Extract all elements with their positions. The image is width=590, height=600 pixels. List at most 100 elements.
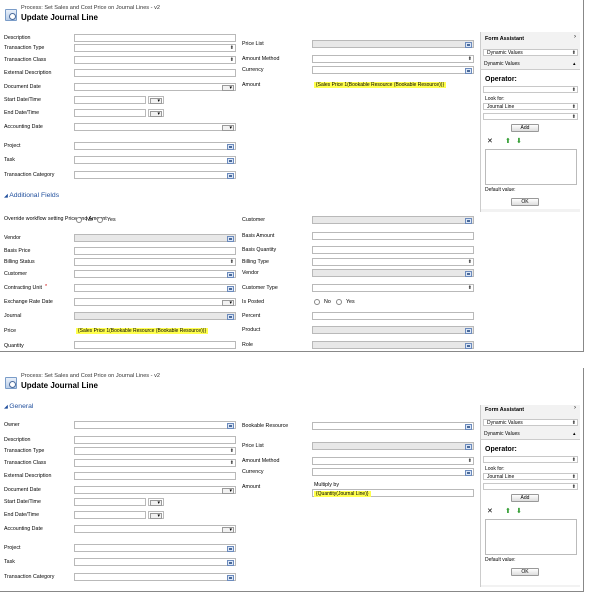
is-posted-no-radio[interactable] bbox=[314, 299, 320, 305]
owner-lookup[interactable] bbox=[74, 421, 236, 429]
quantity-field[interactable] bbox=[74, 341, 236, 349]
lookup-icon[interactable] bbox=[227, 422, 234, 429]
accounting-date-field[interactable] bbox=[74, 525, 236, 533]
dynamic-values-select[interactable]: Dynamic Values ⬍ bbox=[483, 49, 578, 56]
document-date-field[interactable] bbox=[74, 486, 236, 494]
lookup-icon[interactable] bbox=[465, 41, 472, 48]
project-lookup[interactable] bbox=[74, 142, 236, 150]
calendar-icon[interactable] bbox=[150, 512, 162, 519]
vendor-right-lookup[interactable] bbox=[312, 269, 474, 277]
project-lookup[interactable] bbox=[74, 544, 236, 552]
bookable-resource-lookup[interactable] bbox=[312, 422, 474, 430]
ok-button[interactable]: OK bbox=[511, 568, 539, 576]
add-button[interactable]: Add bbox=[511, 494, 539, 502]
ok-button[interactable]: OK bbox=[511, 198, 539, 206]
calendar-icon[interactable] bbox=[222, 487, 234, 494]
transaction-type-select[interactable]: ⬍ bbox=[74, 44, 236, 52]
price-list-lookup[interactable] bbox=[312, 442, 474, 450]
is-posted-yes-radio[interactable] bbox=[336, 299, 342, 305]
price-list-lookup[interactable] bbox=[312, 40, 474, 48]
move-down-icon[interactable]: ⬇ bbox=[516, 508, 522, 515]
percent-field[interactable] bbox=[312, 312, 474, 320]
move-up-icon[interactable]: ⬆ bbox=[505, 138, 511, 145]
dynamic-values-list[interactable] bbox=[485, 149, 577, 185]
currency-lookup[interactable] bbox=[312, 66, 474, 74]
lookup-icon[interactable] bbox=[465, 469, 472, 476]
delete-icon[interactable]: ✕ bbox=[487, 508, 493, 515]
additional-fields-header[interactable]: ◢ Additional Fields bbox=[4, 192, 59, 199]
lookup-icon[interactable] bbox=[227, 313, 234, 320]
calendar-icon[interactable] bbox=[222, 124, 234, 131]
task-lookup[interactable] bbox=[74, 156, 236, 164]
task-lookup[interactable] bbox=[74, 558, 236, 566]
override-no-radio[interactable] bbox=[76, 217, 82, 223]
general-section-header[interactable]: ◢ General bbox=[4, 403, 33, 410]
lookup-icon[interactable] bbox=[465, 270, 472, 277]
operator-select[interactable]: ⬍ bbox=[483, 456, 578, 463]
calendar-icon[interactable] bbox=[150, 97, 162, 104]
look-for-select[interactable]: Journal Line ⬍ bbox=[483, 473, 578, 480]
override-yes-radio[interactable] bbox=[97, 217, 103, 223]
basis-quantity-field[interactable] bbox=[312, 246, 474, 254]
chevron-right-icon[interactable]: › bbox=[574, 34, 576, 40]
collapse-up-icon[interactable]: ▴ bbox=[573, 61, 576, 67]
customer-lookup[interactable] bbox=[74, 270, 236, 278]
calendar-icon[interactable] bbox=[222, 526, 234, 533]
start-date-field[interactable] bbox=[74, 96, 146, 104]
end-date-field[interactable] bbox=[74, 109, 146, 117]
lookup-icon[interactable] bbox=[465, 217, 472, 224]
lookup-icon[interactable] bbox=[465, 67, 472, 74]
chevron-right-icon[interactable]: › bbox=[574, 405, 576, 411]
accounting-date-field[interactable] bbox=[74, 123, 236, 131]
move-down-icon[interactable]: ⬇ bbox=[516, 138, 522, 145]
lookup-icon[interactable] bbox=[227, 559, 234, 566]
start-date-field[interactable] bbox=[74, 498, 146, 506]
lookup-icon[interactable] bbox=[227, 235, 234, 242]
lookup-icon[interactable] bbox=[465, 443, 472, 450]
multiply-by-field[interactable]: {Quantity(Journal Line)} bbox=[312, 489, 474, 497]
start-time-select[interactable] bbox=[148, 96, 164, 104]
calendar-icon[interactable] bbox=[150, 499, 162, 506]
transaction-type-select[interactable]: ⬍ bbox=[74, 447, 236, 455]
calendar-icon[interactable] bbox=[222, 299, 234, 306]
lookup-icon[interactable] bbox=[465, 423, 472, 430]
vendor-lookup[interactable] bbox=[74, 234, 236, 242]
move-up-icon[interactable]: ⬆ bbox=[505, 508, 511, 515]
billing-status-select[interactable]: ⬍ bbox=[74, 258, 236, 266]
amount-field[interactable]: {Sales Price 1(Bookable Resource (Bookab… bbox=[312, 80, 474, 88]
attribute-select[interactable]: ⬍ bbox=[483, 113, 578, 120]
lookup-icon[interactable] bbox=[227, 143, 234, 150]
external-description-field[interactable] bbox=[74, 472, 236, 480]
customer-type-select[interactable]: ⬍ bbox=[312, 284, 474, 292]
look-for-select[interactable]: Journal Line ⬍ bbox=[483, 103, 578, 110]
basis-price-field[interactable] bbox=[74, 247, 236, 255]
journal-lookup[interactable] bbox=[74, 312, 236, 320]
contracting-unit-lookup[interactable] bbox=[74, 284, 236, 292]
end-date-field[interactable] bbox=[74, 511, 146, 519]
transaction-class-select[interactable]: ⬍ bbox=[74, 459, 236, 467]
lookup-icon[interactable] bbox=[227, 574, 234, 581]
end-time-select[interactable] bbox=[148, 109, 164, 117]
lookup-icon[interactable] bbox=[465, 327, 472, 334]
collapse-up-icon[interactable]: ▴ bbox=[573, 431, 576, 437]
billing-type-select[interactable]: ⬍ bbox=[312, 258, 474, 266]
attribute-select[interactable]: ⬍ bbox=[483, 483, 578, 490]
transaction-class-select[interactable]: ⬍ bbox=[74, 56, 236, 64]
description-field[interactable] bbox=[74, 436, 236, 444]
basis-amount-field[interactable] bbox=[312, 232, 474, 240]
lookup-icon[interactable] bbox=[227, 285, 234, 292]
lookup-icon[interactable] bbox=[227, 172, 234, 179]
delete-icon[interactable]: ✕ bbox=[487, 138, 493, 145]
lookup-icon[interactable] bbox=[227, 271, 234, 278]
amount-method-select[interactable]: ⬍ bbox=[312, 55, 474, 63]
currency-lookup[interactable] bbox=[312, 468, 474, 476]
add-button[interactable]: Add bbox=[511, 124, 539, 132]
price-field[interactable]: {Sales Price 1(Bookable Resource (Bookab… bbox=[74, 326, 236, 334]
start-time-select[interactable] bbox=[148, 498, 164, 506]
external-description-field[interactable] bbox=[74, 69, 236, 77]
calendar-icon[interactable] bbox=[222, 84, 234, 91]
role-lookup[interactable] bbox=[312, 341, 474, 349]
transaction-category-lookup[interactable] bbox=[74, 171, 236, 179]
dynamic-values-select[interactable]: Dynamic Values ⬍ bbox=[483, 419, 578, 426]
lookup-icon[interactable] bbox=[227, 545, 234, 552]
